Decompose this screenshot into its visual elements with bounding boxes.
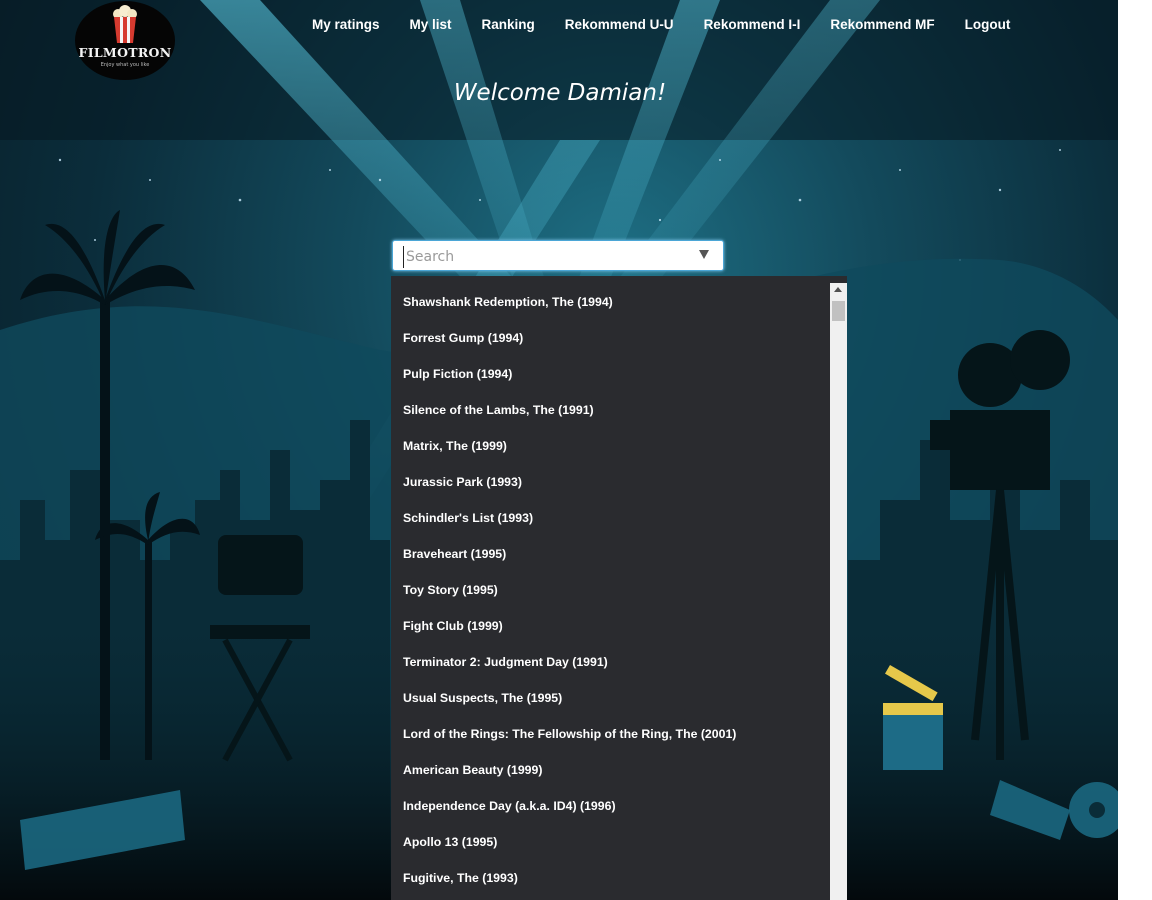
dropdown-option[interactable]: Usual Suspects, The (1995) [391,680,847,716]
nav-my-list[interactable]: My list [410,17,452,32]
nav-rekommend-u-u[interactable]: Rekommend U-U [565,17,674,32]
nav-my-ratings[interactable]: My ratings [312,17,380,32]
scrollbar-thumb[interactable] [832,301,845,321]
dropdown-option[interactable]: Forrest Gump (1994) [391,320,847,356]
dropdown-option[interactable]: Toy Story (1995) [391,572,847,608]
dropdown-option[interactable]: Independence Day (a.k.a. ID4) (1996) [391,788,847,824]
nav-ranking[interactable]: Ranking [482,17,535,32]
dropdown-option[interactable]: Jurassic Park (1993) [391,464,847,500]
dropdown-option[interactable]: Silence of the Lambs, The (1991) [391,392,847,428]
dropdown-option[interactable]: American Beauty (1999) [391,752,847,788]
dropdown-scrollbar[interactable] [830,283,847,900]
dropdown-option[interactable]: Schindler's List (1993) [391,500,847,536]
dropdown-option[interactable]: Apollo 13 (1995) [391,824,847,860]
dropdown-option[interactable]: Matrix, The (1999) [391,428,847,464]
dropdown-option[interactable]: Fight Club (1999) [391,608,847,644]
dropdown-option[interactable]: Terminator 2: Judgment Day (1991) [391,644,847,680]
dropdown-arrow-icon[interactable] [699,250,709,259]
filmotron-logo[interactable]: FILMOTRON Enjoy what you like [75,1,175,80]
dropdown-option[interactable]: Pulp Fiction (1994) [391,356,847,392]
brand-tagline: Enjoy what you like [100,62,150,68]
search-input[interactable] [403,246,688,268]
dropdown-option[interactable]: Shawshank Redemption, The (1994) [391,284,847,320]
welcome-text: Welcome Damian! [453,80,667,106]
top-navigation: FILMOTRON Enjoy what you like My ratings… [0,0,1118,80]
nav-logout[interactable]: Logout [965,17,1011,32]
dropdown-option[interactable]: Braveheart (1995) [391,536,847,572]
movie-dropdown-list: Shawshank Redemption, The (1994) Forrest… [391,276,847,900]
nav-rekommend-i-i[interactable]: Rekommend I-I [704,17,801,32]
dropdown-option[interactable]: Lord of the Rings: The Fellowship of the… [391,716,847,752]
main-menu: My ratings My list Ranking Rekommend U-U… [312,17,1040,32]
popcorn-icon [113,5,137,43]
brand-name: FILMOTRON [78,45,172,60]
movie-search-select[interactable] [392,240,724,271]
welcome-message: Welcome Damian! [0,80,1118,106]
dropdown-option[interactable]: Fugitive, The (1993) [391,860,847,896]
nav-rekommend-mf[interactable]: Rekommend MF [830,17,934,32]
scroll-up-arrow-icon[interactable] [834,287,842,292]
